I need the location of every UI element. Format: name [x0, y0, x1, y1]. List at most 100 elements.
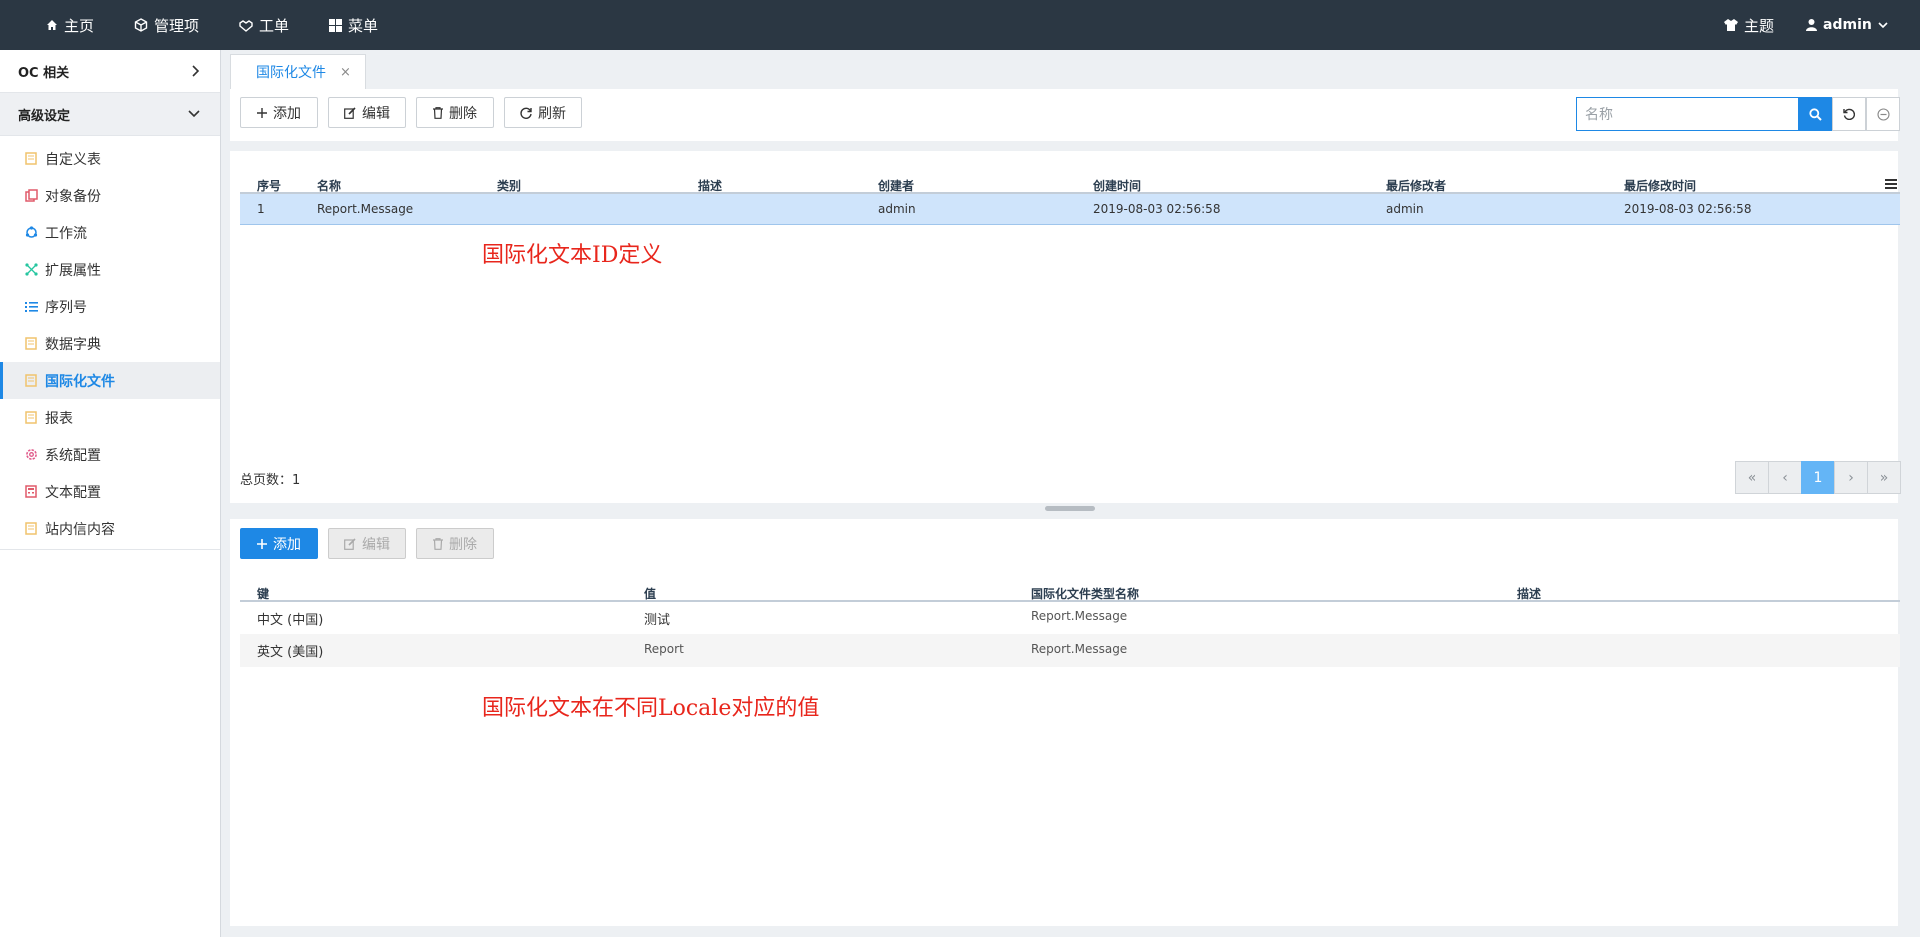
cell-index: 1: [257, 202, 265, 216]
undo-icon: [1843, 108, 1855, 120]
col-header-category: 类别: [497, 179, 522, 193]
plus-icon: [257, 107, 267, 118]
detail-edit-button[interactable]: 编辑: [328, 528, 406, 559]
tab-label: 国际化文件: [256, 65, 326, 81]
shirt-icon: [1724, 19, 1738, 31]
col-header-value: 值: [644, 587, 657, 601]
column-menu-icon[interactable]: [1885, 179, 1897, 189]
sidebar-item-reports[interactable]: 报表: [0, 399, 220, 436]
sidebar-item-serial-number[interactable]: 序列号: [0, 288, 220, 325]
detail-delete-button[interactable]: 删除: [416, 528, 494, 559]
col-header-creator: 创建者: [878, 179, 915, 193]
col-header-type-name: 国际化文件类型名称: [1031, 587, 1140, 601]
edit-icon: [344, 537, 356, 550]
workflow-icon: [24, 226, 38, 240]
refresh-icon: [520, 107, 532, 119]
trash-icon: [433, 106, 443, 119]
refresh-button-label: 刷新: [538, 105, 566, 122]
tab-strip: 国际化文件 ×: [221, 50, 1920, 89]
tab-close-icon[interactable]: ×: [340, 65, 351, 80]
folder-icon: [24, 411, 38, 425]
sidebar-item-label: 站内信内容: [45, 521, 115, 538]
nav-manage[interactable]: 管理项: [134, 0, 199, 50]
sidebar-item-data-dictionary[interactable]: 数据字典: [0, 325, 220, 362]
nav-home-label: 主页: [64, 16, 95, 35]
cell-last-modifier: admin: [1386, 202, 1424, 216]
table-row[interactable]: 英文 (美国) Report Report.Message: [240, 634, 1900, 667]
page-1-button[interactable]: 1: [1801, 461, 1835, 494]
last-page-button[interactable]: »: [1867, 461, 1901, 494]
col-header-created-time: 创建时间: [1093, 179, 1142, 193]
cell-name: Report.Message: [317, 202, 414, 216]
table-row[interactable]: 1 Report.Message admin 2019-08-03 02:56:…: [240, 194, 1900, 225]
tab-i18n-files[interactable]: 国际化文件 ×: [230, 54, 366, 89]
sidebar-item-text-config[interactable]: 文本配置: [0, 473, 220, 510]
network-icon: [24, 263, 38, 277]
trash-icon: [433, 537, 443, 550]
sidebar-item-system-config[interactable]: 系统配置: [0, 436, 220, 473]
add-button[interactable]: 添加: [240, 97, 318, 128]
nav-workorder[interactable]: 工单: [239, 0, 289, 50]
search-button[interactable]: [1798, 97, 1832, 131]
sidebar-item-label: 工作流: [45, 225, 87, 242]
sidebar-item-label: 序列号: [45, 299, 87, 316]
detail-grid-header: 键 值 国际化文件类型名称 描述: [240, 566, 1900, 602]
nav-theme[interactable]: 主题: [1724, 0, 1774, 50]
handshake-icon: [239, 18, 253, 32]
col-header-detail-description: 描述: [1517, 587, 1542, 601]
top-nav-right: 主题 admin: [1724, 0, 1888, 50]
detail-add-button[interactable]: 添加: [240, 528, 318, 559]
sidebar-item-label: 对象备份: [45, 188, 101, 205]
search-icon: [1808, 107, 1822, 121]
sidebar-item-site-messages[interactable]: 站内信内容: [0, 510, 220, 547]
sidebar-item-label: 国际化文件: [45, 373, 115, 390]
copy-icon: [24, 189, 38, 203]
minus-circle-icon: [1876, 107, 1890, 121]
refresh-button[interactable]: 刷新: [504, 97, 582, 128]
nav-menu-label: 菜单: [348, 16, 379, 35]
folder-icon: [24, 522, 38, 536]
sidebar-item-workflow[interactable]: 工作流: [0, 214, 220, 251]
cell-value: 测试: [644, 613, 671, 628]
nav-menu[interactable]: 菜单: [329, 0, 378, 50]
sidebar-item-custom-table[interactable]: 自定义表: [0, 140, 220, 177]
collapse-search-button[interactable]: [1866, 97, 1900, 131]
user-icon: [1806, 19, 1818, 31]
sidebar-group-advanced[interactable]: 高级设定: [0, 93, 220, 136]
table-row[interactable]: 中文 (中国) 测试 Report.Message: [240, 603, 1900, 634]
pagination: « ‹ 1 › »: [1735, 461, 1901, 494]
grid-icon: [329, 18, 343, 32]
sidebar-item-object-backup[interactable]: 对象备份: [0, 177, 220, 214]
sidebar-item-label: 数据字典: [45, 336, 101, 353]
next-page-button[interactable]: ›: [1834, 461, 1868, 494]
sidebar: OC 相关 高级设定 自定义表 对象备份 工作流 扩展属性 序列号 数据字典 国…: [0, 50, 221, 937]
folder-icon: [24, 152, 38, 166]
prev-page-button[interactable]: ‹: [1768, 461, 1802, 494]
user-menu[interactable]: admin: [1806, 0, 1888, 50]
cell-value: Report: [644, 642, 684, 656]
chevron-down-icon: [188, 110, 200, 118]
cube-icon: [134, 18, 148, 32]
grid-header: 序号 名称 类别 描述 创建者 创建时间 最后修改者 最后修改时间: [240, 158, 1900, 194]
nav-home[interactable]: 主页: [46, 0, 94, 50]
panel-splitter-handle[interactable]: [1045, 506, 1095, 511]
cell-last-modified-time: 2019-08-03 02:56:58: [1624, 202, 1752, 216]
sidebar-item-i18n-files[interactable]: 国际化文件: [0, 362, 220, 399]
detail-delete-button-label: 删除: [449, 536, 477, 553]
col-header-index: 序号: [257, 179, 282, 193]
search-input[interactable]: [1576, 97, 1832, 131]
sidebar-group-advanced-label: 高级设定: [18, 108, 71, 124]
reset-search-button[interactable]: [1832, 97, 1866, 131]
cell-type-name: Report.Message: [1031, 609, 1128, 623]
sidebar-item-extended-attributes[interactable]: 扩展属性: [0, 251, 220, 288]
edit-button[interactable]: 编辑: [328, 97, 406, 128]
first-page-button[interactable]: «: [1735, 461, 1769, 494]
annotation-i18n-id: 国际化文本ID定义: [482, 243, 663, 268]
cell-key: 中文 (中国): [257, 613, 324, 628]
delete-button-label: 删除: [449, 105, 477, 122]
col-header-name: 名称: [317, 179, 342, 193]
delete-button[interactable]: 删除: [416, 97, 494, 128]
sidebar-group-oc[interactable]: OC 相关: [0, 50, 220, 93]
col-header-key: 键: [257, 587, 270, 601]
calculator-icon: [24, 485, 38, 499]
